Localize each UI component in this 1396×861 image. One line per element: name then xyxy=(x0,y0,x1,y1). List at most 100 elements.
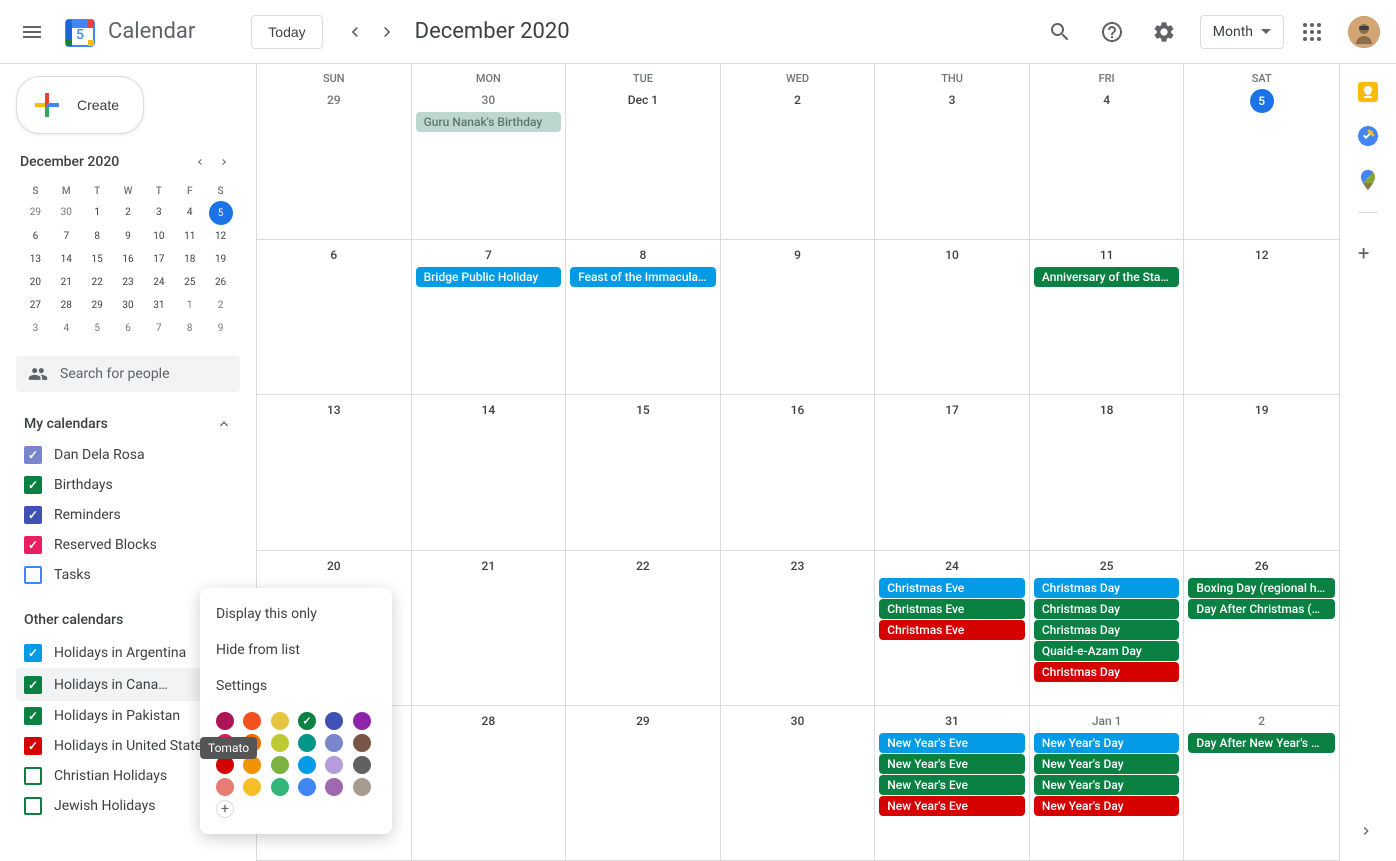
mini-day-cell[interactable]: 26 xyxy=(205,271,236,294)
cell-date[interactable]: 29 xyxy=(257,89,411,111)
mini-day-cell[interactable]: 15 xyxy=(82,248,113,271)
calendar-event[interactable]: New Year's Eve xyxy=(879,775,1025,795)
context-menu-item[interactable]: Settings xyxy=(200,668,392,704)
calendar-checkbox[interactable] xyxy=(24,676,42,694)
mini-day-cell[interactable]: 4 xyxy=(174,201,205,225)
color-swatch[interactable] xyxy=(298,756,316,774)
context-menu-item[interactable]: Hide from list xyxy=(200,632,392,668)
calendar-item[interactable]: Tasks xyxy=(16,560,240,590)
calendar-event[interactable]: Christmas Day xyxy=(1034,578,1180,598)
calendar-event[interactable]: Quaid-e-Azam Day xyxy=(1034,641,1180,661)
create-button[interactable]: Create xyxy=(16,76,144,134)
grid-cell[interactable]: 5 xyxy=(1184,85,1339,239)
calendar-event[interactable]: Christmas Eve xyxy=(879,620,1025,640)
grid-cell[interactable]: 24Christmas EveChristmas EveChristmas Ev… xyxy=(875,551,1030,705)
calendar-checkbox[interactable] xyxy=(24,644,42,662)
mini-day-cell[interactable]: 8 xyxy=(174,317,205,340)
mini-day-cell[interactable]: 12 xyxy=(205,225,236,248)
calendar-event[interactable]: New Year's Eve xyxy=(879,754,1025,774)
google-apps-button[interactable] xyxy=(1288,8,1336,56)
calendar-event[interactable]: Christmas Eve xyxy=(879,599,1025,619)
calendar-event[interactable]: Anniversary of the Statute of Westminste… xyxy=(1034,267,1180,287)
cell-date[interactable]: 8 xyxy=(566,244,720,266)
mini-day-cell[interactable]: 30 xyxy=(51,201,82,225)
keep-icon[interactable] xyxy=(1356,80,1380,104)
calendar-event[interactable]: Christmas Day xyxy=(1034,662,1180,682)
color-swatch[interactable] xyxy=(298,734,316,752)
mini-day-cell[interactable]: 17 xyxy=(143,248,174,271)
view-selector[interactable]: Month xyxy=(1200,15,1284,49)
next-month-button[interactable] xyxy=(371,16,403,48)
calendar-checkbox[interactable] xyxy=(24,737,42,755)
user-avatar[interactable] xyxy=(1348,16,1380,48)
cell-date[interactable]: 17 xyxy=(875,399,1029,421)
cell-date[interactable]: 18 xyxy=(1030,399,1184,421)
add-color-button[interactable]: + xyxy=(216,800,234,818)
mini-day-cell[interactable]: 1 xyxy=(82,201,113,225)
cell-date[interactable]: 23 xyxy=(721,555,875,577)
cell-date[interactable]: 30 xyxy=(721,710,875,732)
help-button[interactable] xyxy=(1088,8,1136,56)
context-menu-item[interactable]: Display this only xyxy=(200,596,392,632)
mini-day-cell[interactable]: 3 xyxy=(20,317,51,340)
mini-day-cell[interactable]: 16 xyxy=(113,248,144,271)
mini-day-cell[interactable]: 23 xyxy=(113,271,144,294)
color-swatch[interactable] xyxy=(298,712,316,730)
grid-cell[interactable]: Dec 1 xyxy=(566,85,721,239)
cell-date[interactable]: Jan 1 xyxy=(1030,710,1184,732)
maps-icon[interactable] xyxy=(1356,168,1380,192)
panel-add-button[interactable]: + xyxy=(1358,241,1378,261)
mini-day-cell[interactable]: 20 xyxy=(20,271,51,294)
cell-date[interactable]: 20 xyxy=(257,555,411,577)
mini-day-cell[interactable]: 9 xyxy=(113,225,144,248)
calendar-checkbox[interactable] xyxy=(24,476,42,494)
grid-cell[interactable]: 29 xyxy=(566,706,721,860)
calendar-checkbox[interactable] xyxy=(24,707,42,725)
calendar-checkbox[interactable] xyxy=(24,797,42,815)
mini-day-cell[interactable]: 13 xyxy=(20,248,51,271)
color-swatch[interactable] xyxy=(216,778,234,796)
cell-date[interactable]: 21 xyxy=(412,555,566,577)
color-swatch[interactable] xyxy=(216,712,234,730)
calendar-checkbox[interactable] xyxy=(24,446,42,464)
mini-day-cell[interactable]: 25 xyxy=(174,271,205,294)
grid-cell[interactable]: 8Feast of the Immaculate Conception xyxy=(566,240,721,394)
calendar-item[interactable]: Birthdays xyxy=(16,470,240,500)
grid-cell[interactable]: 3 xyxy=(875,85,1030,239)
calendar-item[interactable]: Reserved Blocks xyxy=(16,530,240,560)
cell-date[interactable]: 11 xyxy=(1030,244,1184,266)
cell-date[interactable]: Dec 1 xyxy=(566,89,720,111)
grid-cell[interactable]: 28 xyxy=(412,706,567,860)
cell-date[interactable]: 2 xyxy=(721,89,875,111)
calendar-checkbox[interactable] xyxy=(24,536,42,554)
cell-date[interactable]: 15 xyxy=(566,399,720,421)
mini-day-cell[interactable]: 3 xyxy=(143,201,174,225)
mini-day-cell[interactable]: 10 xyxy=(143,225,174,248)
cell-date[interactable]: 16 xyxy=(721,399,875,421)
grid-cell[interactable]: 10 xyxy=(875,240,1030,394)
grid-cell[interactable]: 17 xyxy=(875,395,1030,549)
calendar-event[interactable]: Christmas Day xyxy=(1034,599,1180,619)
mini-day-cell[interactable]: 2 xyxy=(205,294,236,317)
mini-day-cell[interactable]: 19 xyxy=(205,248,236,271)
grid-cell[interactable]: 11Anniversary of the Statute of Westmins… xyxy=(1030,240,1185,394)
cell-date[interactable]: 14 xyxy=(412,399,566,421)
grid-cell[interactable]: 19 xyxy=(1184,395,1339,549)
calendar-event[interactable]: Day After New Year's Day xyxy=(1188,733,1335,753)
calendar-event[interactable]: Day After Christmas (Christmas Holiday) xyxy=(1188,599,1335,619)
tasks-icon[interactable] xyxy=(1356,124,1380,148)
mini-day-cell[interactable]: 18 xyxy=(174,248,205,271)
cell-date[interactable]: 31 xyxy=(875,710,1029,732)
color-swatch[interactable] xyxy=(243,778,261,796)
calendar-checkbox[interactable] xyxy=(24,566,42,584)
mini-day-cell[interactable]: 27 xyxy=(20,294,51,317)
grid-cell[interactable]: 6 xyxy=(257,240,412,394)
color-swatch[interactable] xyxy=(271,712,289,730)
mini-day-cell[interactable]: 29 xyxy=(82,294,113,317)
grid-cell[interactable]: 25Christmas DayChristmas DayChristmas Da… xyxy=(1030,551,1185,705)
prev-month-button[interactable] xyxy=(339,16,371,48)
mini-prev-button[interactable] xyxy=(188,150,212,174)
mini-day-cell[interactable]: 28 xyxy=(51,294,82,317)
cell-date[interactable]: 3 xyxy=(875,89,1029,111)
color-swatch[interactable] xyxy=(298,778,316,796)
